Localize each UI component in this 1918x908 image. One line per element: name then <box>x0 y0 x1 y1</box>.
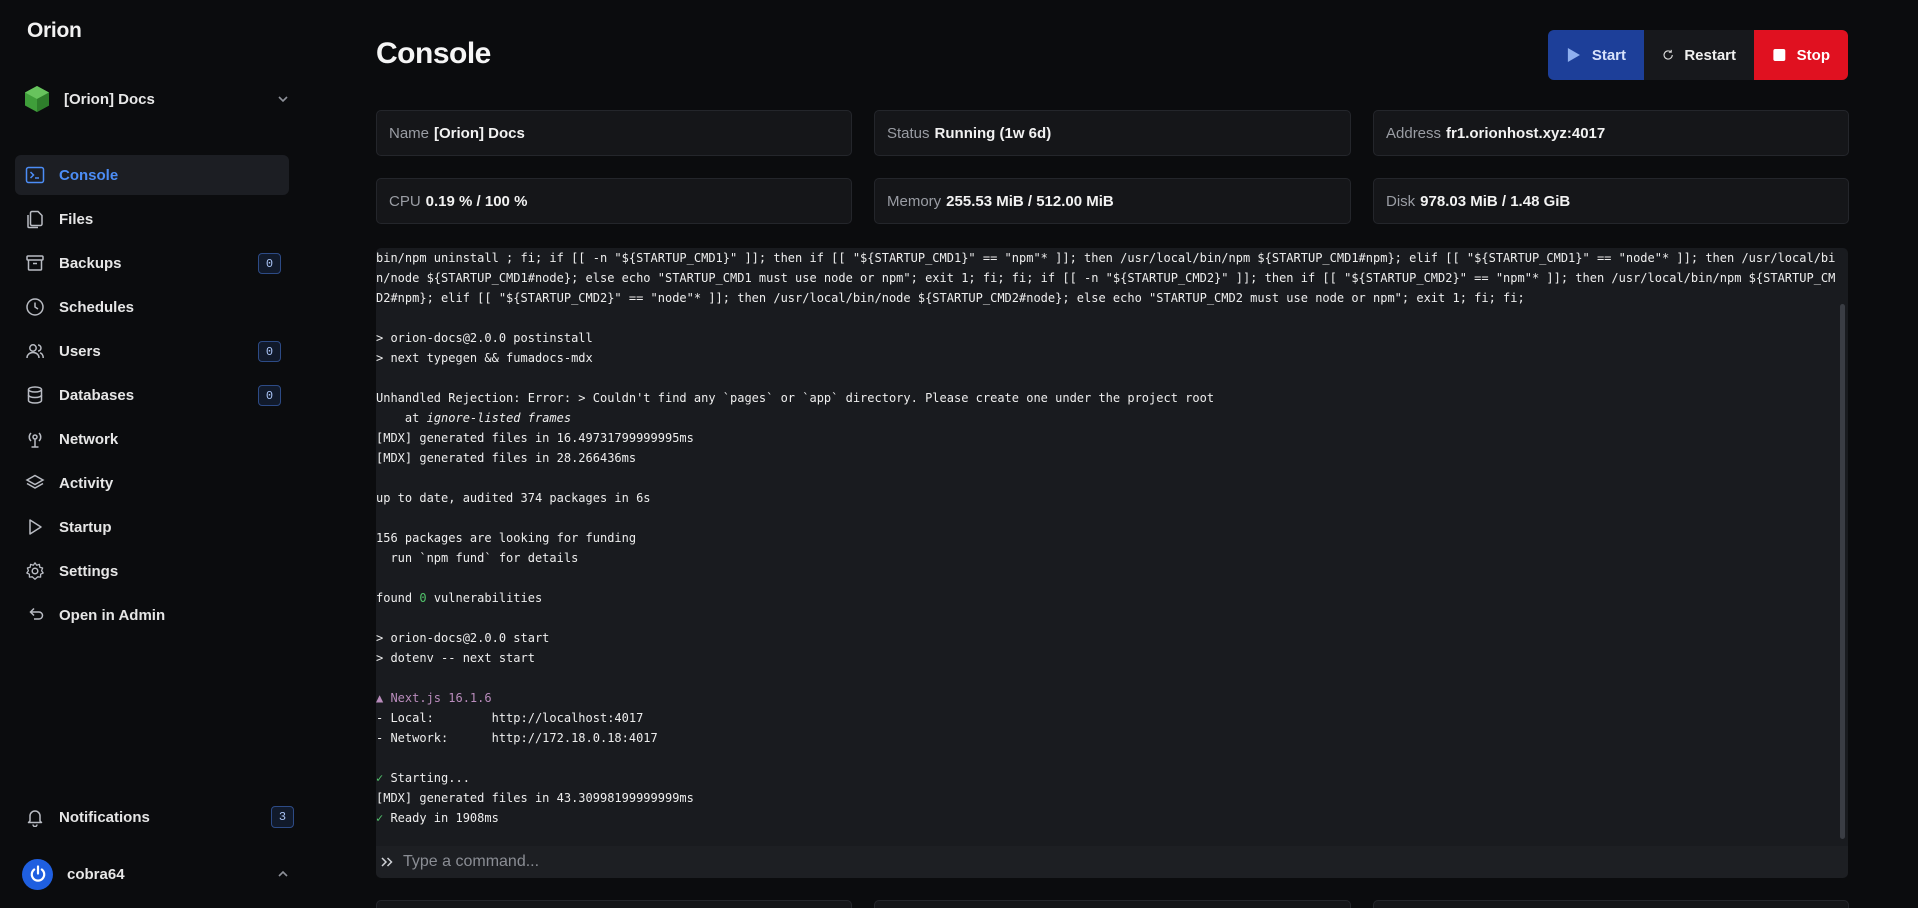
stat-card-cpu: CPU 0.19 % / 100 % <box>376 178 852 224</box>
sidebar-item-notifications[interactable]: Notifications 3 <box>15 797 300 837</box>
stat-value: 255.53 MiB / 512.00 MiB <box>946 192 1114 210</box>
sidebar: Orion [Orion] Docs Console Files Backups… <box>0 0 305 908</box>
database-icon <box>24 384 46 406</box>
stat-value: 978.03 MiB / 1.48 GiB <box>1420 192 1571 210</box>
users-icon <box>24 340 46 362</box>
play-icon <box>1567 48 1580 62</box>
sidebar-item-users[interactable]: Users 0 <box>15 331 289 371</box>
stat-value: 0.19 % / 100 % <box>425 192 528 210</box>
stat-card-memory: Memory 255.53 MiB / 512.00 MiB <box>874 178 1351 224</box>
sidebar-item-label: Users <box>59 342 101 360</box>
chevrons-right-icon <box>379 854 395 870</box>
sidebar-item-open-in-admin[interactable]: Open in Admin <box>15 595 289 635</box>
stat-card-status: Status Running (1w 6d) <box>874 110 1351 156</box>
count-badge: 0 <box>258 385 281 406</box>
command-input[interactable] <box>403 853 1848 871</box>
stat-card-partial <box>874 900 1351 908</box>
command-bar <box>376 846 1848 878</box>
sidebar-item-label: Files <box>59 210 94 228</box>
sidebar-item-schedules[interactable]: Schedules <box>15 287 289 327</box>
stat-card-address: Address fr1.orionhost.xyz:4017 <box>1373 110 1849 156</box>
sidebar-item-label: Backups <box>59 254 122 272</box>
layers-icon <box>24 472 46 494</box>
server-name: [Orion] Docs <box>64 90 155 108</box>
console-log: bin/npm uninstall ; fi; if [[ -n "${STAR… <box>376 251 1836 825</box>
sidebar-item-label: Databases <box>59 386 135 404</box>
notifications-label: Notifications <box>59 808 150 826</box>
page-title: Console <box>376 37 491 70</box>
clock-icon <box>24 296 46 318</box>
console-output[interactable]: bin/npm uninstall ; fi; if [[ -n "${STAR… <box>376 248 1848 846</box>
play-icon <box>24 516 46 538</box>
sidebar-item-label: Schedules <box>59 298 135 316</box>
user-menu[interactable]: cobra64 <box>22 858 294 890</box>
notifications-count-badge: 3 <box>271 806 294 828</box>
sidebar-item-settings[interactable]: Settings <box>15 551 289 591</box>
network-icon <box>24 428 46 450</box>
return-icon <box>24 604 46 626</box>
sidebar-item-files[interactable]: Files <box>15 199 289 239</box>
files-icon <box>24 208 46 230</box>
restart-icon <box>1663 49 1673 60</box>
sidebar-item-activity[interactable]: Activity <box>15 463 289 503</box>
power-actions: Start Restart Stop <box>1548 30 1848 80</box>
sidebar-item-label: Settings <box>59 562 119 580</box>
stat-label: Address <box>1386 124 1442 142</box>
archive-icon <box>24 252 46 274</box>
stat-label: Name <box>389 124 430 142</box>
avatar <box>22 858 53 890</box>
stat-label: Disk <box>1386 192 1416 210</box>
count-badge: 0 <box>258 341 281 362</box>
gear-icon <box>24 560 46 582</box>
server-selector[interactable]: [Orion] Docs <box>22 82 294 116</box>
sidebar-item-console[interactable]: Console <box>15 155 289 195</box>
stat-card-partial <box>1373 900 1849 908</box>
stat-card-partial <box>376 900 852 908</box>
bell-icon <box>24 806 46 828</box>
stat-label: CPU <box>389 192 421 210</box>
chevron-up-icon <box>278 870 288 877</box>
stat-value: [Orion] Docs <box>434 124 525 142</box>
stat-card-name: Name [Orion] Docs <box>376 110 852 156</box>
stat-label: Status <box>887 124 930 142</box>
sidebar-item-label: Network <box>59 430 119 448</box>
sidebar-item-startup[interactable]: Startup <box>15 507 289 547</box>
sidebar-item-label: Console <box>59 166 119 184</box>
sidebar-nav: Console Files Backups 0 Schedules Users … <box>15 155 289 639</box>
start-button-label: Start <box>1591 46 1626 64</box>
stat-value[interactable]: fr1.orionhost.xyz:4017 <box>1446 125 1605 142</box>
stat-value: Running (1w 6d) <box>934 124 1052 142</box>
power-icon <box>30 865 45 882</box>
brand-logo[interactable]: Orion <box>27 19 82 43</box>
sidebar-item-databases[interactable]: Databases 0 <box>15 375 289 415</box>
count-badge: 0 <box>258 253 281 274</box>
stop-button[interactable]: Stop <box>1754 30 1848 80</box>
sidebar-item-network[interactable]: Network <box>15 419 289 459</box>
sidebar-item-label: Open in Admin <box>59 606 166 624</box>
restart-button-label: Restart <box>1684 46 1736 64</box>
sidebar-item-label: Activity <box>59 474 114 492</box>
start-button[interactable]: Start <box>1548 30 1644 80</box>
chevron-down-icon <box>278 96 288 103</box>
terminal-icon <box>24 164 46 186</box>
restart-button[interactable]: Restart <box>1644 30 1754 80</box>
username: cobra64 <box>67 865 125 883</box>
stop-icon <box>1773 49 1786 61</box>
stat-label: Memory <box>887 192 942 210</box>
sidebar-item-backups[interactable]: Backups 0 <box>15 243 289 283</box>
console-scrollbar[interactable] <box>1840 304 1845 839</box>
stop-button-label: Stop <box>1796 46 1830 64</box>
server-cube-icon <box>25 86 49 112</box>
stat-card-disk: Disk 978.03 MiB / 1.48 GiB <box>1373 178 1849 224</box>
sidebar-item-label: Startup <box>59 518 112 536</box>
